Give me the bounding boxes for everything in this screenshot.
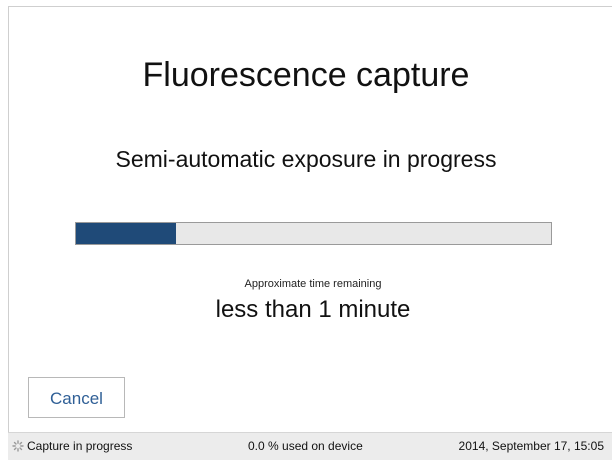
page-title: Fluorescence capture: [142, 56, 470, 94]
datetime: 2014, September 17, 15:05: [458, 439, 604, 453]
spinner-icon: [12, 440, 24, 452]
storage-usage: 0.0 % used on device: [248, 439, 363, 453]
progress-bar-fill: [76, 223, 176, 244]
cancel-button[interactable]: Cancel: [28, 377, 125, 418]
progress-bar: [75, 222, 552, 245]
status-capture: Capture in progress: [12, 439, 132, 453]
time-remaining-caption: Approximate time remaining: [244, 278, 382, 290]
subtitle: Semi-automatic exposure in progress: [115, 146, 497, 172]
status-bar: Capture in progress 0.0 % used on device…: [8, 432, 612, 460]
time-remaining-value: less than 1 minute: [215, 296, 411, 323]
status-text: Capture in progress: [27, 439, 133, 453]
